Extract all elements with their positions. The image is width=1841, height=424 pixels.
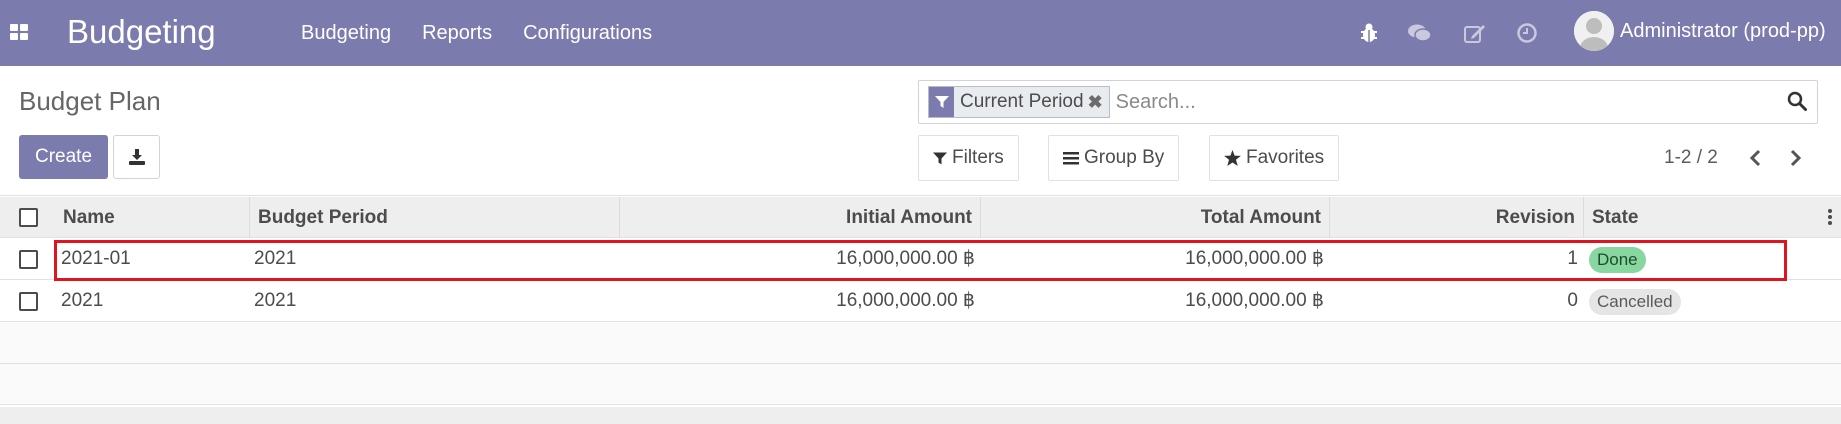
app-title[interactable]: Budgeting bbox=[67, 13, 216, 51]
cell-revision: 0 bbox=[1567, 290, 1578, 311]
table-footer bbox=[0, 407, 1841, 424]
user-menu[interactable]: Administrator (prod-pp) bbox=[1574, 11, 1826, 51]
chevron-right-icon[interactable] bbox=[1785, 146, 1807, 170]
main-menu: Budgeting Reports Configurations bbox=[301, 0, 683, 66]
list-icon bbox=[1063, 151, 1079, 165]
cell-initial-amount: 16,000,000.00 ฿ bbox=[836, 248, 975, 269]
clock-icon[interactable] bbox=[1514, 20, 1540, 46]
favorites-button[interactable]: Favorites bbox=[1209, 135, 1340, 181]
create-button[interactable]: Create bbox=[19, 135, 108, 179]
star-icon bbox=[1224, 150, 1241, 166]
page-title: Budget Plan bbox=[19, 86, 161, 116]
empty-row bbox=[0, 323, 1841, 364]
menu-item-reports[interactable]: Reports bbox=[422, 22, 492, 45]
apps-menu-icon[interactable] bbox=[10, 24, 29, 40]
column-header-total-amount[interactable]: Total Amount bbox=[981, 197, 1330, 238]
table-row[interactable]: 2021 2021 16,000,000.00 ฿ 16,000,000.00 … bbox=[0, 280, 1841, 322]
favorites-label: Favorites bbox=[1246, 147, 1325, 168]
user-name: Administrator (prod-pp) bbox=[1620, 19, 1826, 42]
control-panel: Budget Plan Create Current Period ✖ Filt… bbox=[0, 66, 1841, 196]
filters-label: Filters bbox=[952, 147, 1004, 168]
edit-icon[interactable] bbox=[1462, 20, 1488, 46]
column-header-budget-period[interactable]: Budget Period bbox=[250, 197, 620, 238]
cell-total-amount: 16,000,000.00 ฿ bbox=[1185, 248, 1324, 269]
download-button[interactable] bbox=[113, 135, 160, 179]
cell-budget-period: 2021 bbox=[254, 290, 297, 311]
facet-label: Current Period bbox=[960, 91, 1084, 112]
menu-item-budgeting[interactable]: Budgeting bbox=[301, 22, 391, 45]
download-icon bbox=[128, 149, 145, 165]
column-header-initial-amount[interactable]: Initial Amount bbox=[620, 197, 981, 238]
table-header: Name Budget Period Initial Amount Total … bbox=[0, 197, 1841, 238]
cell-name: 2021-01 bbox=[61, 248, 131, 269]
chevron-left-icon[interactable] bbox=[1744, 146, 1766, 170]
column-header-revision[interactable]: Revision bbox=[1330, 197, 1584, 238]
pager-value[interactable]: 1-2 / 2 bbox=[1664, 147, 1718, 169]
table-row[interactable]: 2021-01 2021 16,000,000.00 ฿ 16,000,000.… bbox=[0, 238, 1841, 280]
facet-remove-icon[interactable]: ✖ bbox=[1088, 92, 1109, 113]
column-options-icon[interactable] bbox=[1828, 209, 1834, 227]
filter-facet-icon bbox=[929, 87, 954, 117]
search-facet: Current Period ✖ bbox=[928, 86, 1110, 118]
group-by-label: Group By bbox=[1084, 147, 1165, 168]
empty-row bbox=[0, 364, 1841, 405]
avatar bbox=[1574, 11, 1614, 51]
top-navbar: Budgeting Budgeting Reports Configuratio… bbox=[0, 0, 1841, 66]
menu-item-configurations[interactable]: Configurations bbox=[523, 22, 652, 45]
filter-icon bbox=[933, 151, 947, 166]
search-box: Current Period ✖ bbox=[918, 80, 1818, 124]
bug-icon[interactable] bbox=[1356, 20, 1382, 46]
row-checkbox[interactable] bbox=[19, 292, 38, 311]
filters-button[interactable]: Filters bbox=[918, 135, 1019, 181]
cell-initial-amount: 16,000,000.00 ฿ bbox=[836, 290, 975, 311]
group-by-button[interactable]: Group By bbox=[1048, 135, 1180, 181]
column-header-name[interactable]: Name bbox=[55, 197, 250, 238]
cell-budget-period: 2021 bbox=[254, 248, 297, 269]
status-badge: Cancelled bbox=[1589, 289, 1681, 315]
column-header-state[interactable]: State bbox=[1584, 197, 1824, 238]
search-icon[interactable] bbox=[1787, 91, 1809, 113]
row-checkbox[interactable] bbox=[19, 250, 38, 269]
select-all-checkbox[interactable] bbox=[19, 208, 38, 227]
cell-name: 2021 bbox=[61, 290, 104, 311]
chat-icon[interactable] bbox=[1407, 20, 1433, 46]
cell-revision: 1 bbox=[1567, 248, 1578, 269]
status-badge: Done bbox=[1589, 247, 1646, 273]
search-input[interactable] bbox=[1115, 84, 1756, 120]
cell-total-amount: 16,000,000.00 ฿ bbox=[1185, 290, 1324, 311]
